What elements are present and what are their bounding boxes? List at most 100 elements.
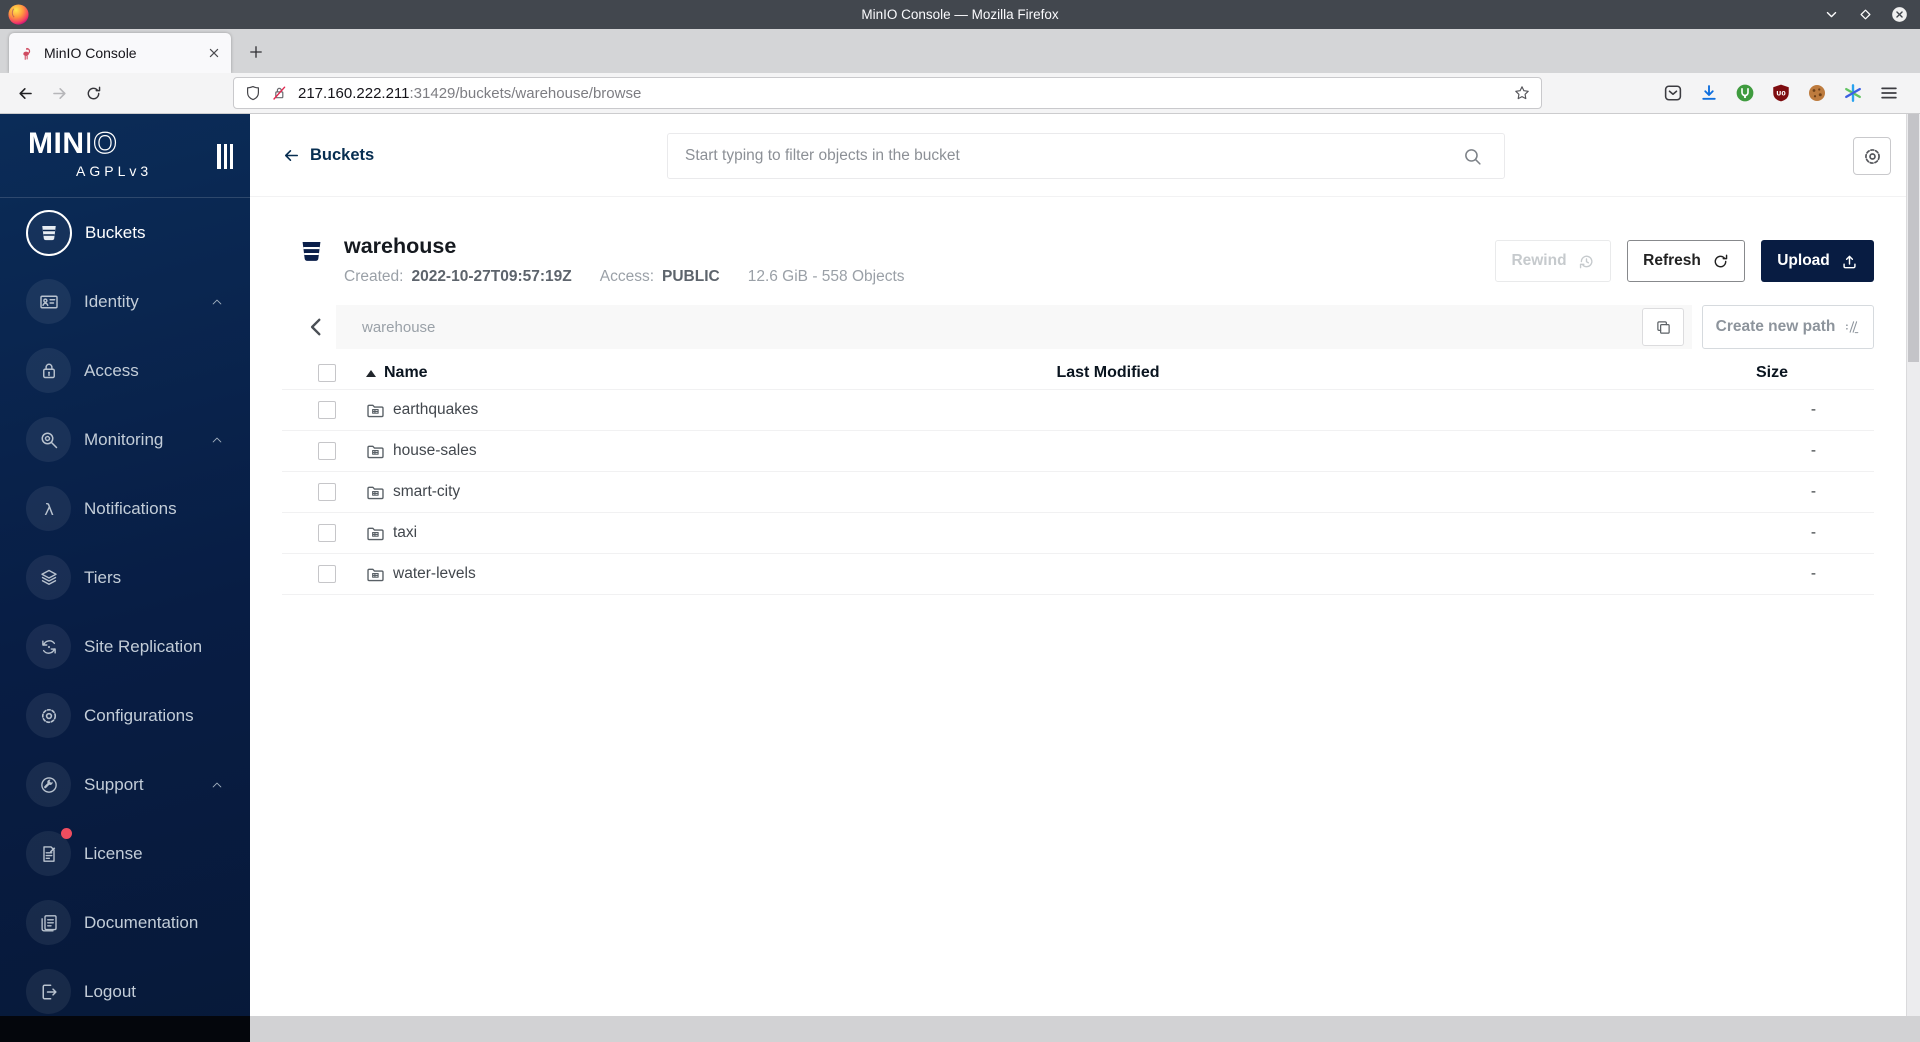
object-name[interactable]: house-sales [393,442,477,460]
firefox-logo-icon [7,3,30,26]
browser-toolbar: 217.160.222.211:31429/buckets/warehouse/… [0,73,1920,114]
menu-glyph-icon [39,292,59,312]
row-checkbox[interactable] [318,401,336,419]
sidebar-collapse-button[interactable] [217,144,233,169]
forward-arrow-icon [51,85,68,102]
table-row-house-sales[interactable]: house-sales - [282,431,1874,472]
rewind-icon [1578,253,1595,270]
table-row-water-levels[interactable]: water-levels - [282,554,1874,595]
sidebar-item-icon [26,900,71,945]
window-controls [1823,0,1908,29]
sidebar-item-label: Access [84,360,139,380]
row-checkbox[interactable] [318,483,336,501]
chevron-up-icon [210,295,224,309]
license-type-label: AGPLv3 [76,163,153,179]
menu-glyph-icon [39,706,59,726]
create-new-path-button[interactable]: Create new path [1702,305,1874,349]
url-text[interactable]: 217.160.222.211:31429/buckets/warehouse/… [298,85,1514,102]
bucket-icon [299,238,324,265]
multicolor-extension-icon[interactable] [1843,83,1863,103]
tab-close-icon[interactable] [206,45,222,61]
path-back-icon[interactable] [304,315,328,339]
back-arrow-icon [17,85,34,102]
back-button[interactable] [8,77,42,109]
sidebar-item-tiers[interactable]: Tiers [0,543,250,612]
minio-logo: MINIO AGPLv3 [28,127,153,179]
sidebar-item-monitoring[interactable]: Monitoring [0,405,250,474]
sidebar-item-site-replication[interactable]: Site Replication [0,612,250,681]
object-name[interactable]: earthquakes [393,401,478,419]
upload-button[interactable]: Upload [1761,240,1874,282]
window-minimize-icon[interactable] [1823,6,1840,23]
scrollbar-thumb[interactable] [1908,114,1919,362]
sidebar-item-support[interactable]: Support [0,750,250,819]
menu-glyph-icon [39,982,59,1002]
objects-table: Name Last Modified Size earthquakes - ho… [282,357,1874,595]
sidebar-item-documentation[interactable]: Documentation [0,888,250,957]
table-row-smart-city[interactable]: smart-city - [282,472,1874,513]
bookmark-star-icon[interactable] [1514,85,1530,101]
settings-button[interactable] [1853,137,1891,175]
tab-minio-console[interactable]: MinIO Console [9,33,231,73]
sidebar-item-icon [26,828,72,876]
table-row-earthquakes[interactable]: earthquakes - [282,390,1874,431]
window-close-icon[interactable] [1891,6,1908,23]
insecure-lock-icon[interactable] [271,85,287,101]
privacy-extension-icon[interactable] [1735,83,1755,103]
search-input[interactable] [683,146,1463,166]
cookie-extension-icon[interactable] [1807,83,1827,103]
row-checkbox[interactable] [318,524,336,542]
table-row-taxi[interactable]: taxi - [282,513,1874,554]
sidebar: MINIO AGPLv3 Buckets Identity Access Mon… [0,114,250,1042]
sidebar-item-label: Support [84,774,144,794]
current-path: warehouse [362,318,436,336]
object-name[interactable]: taxi [393,524,417,542]
bucket-name: warehouse [344,234,457,258]
page-scrollbar[interactable] [1906,114,1920,1042]
reload-icon [85,85,102,102]
window-maximize-icon[interactable] [1857,6,1874,23]
window-bottom-edge-left [0,1016,250,1042]
select-all-checkbox[interactable] [318,364,336,382]
sidebar-item-configurations[interactable]: Configurations [0,681,250,750]
tracking-shield-icon[interactable] [245,85,261,101]
sidebar-item-identity[interactable]: Identity [0,267,250,336]
sidebar-item-icon [26,348,71,393]
menu-glyph-icon [39,430,59,450]
sidebar-item-buckets[interactable]: Buckets [0,198,250,267]
forward-button[interactable] [42,77,76,109]
copy-path-button[interactable] [1642,308,1684,346]
column-header-last-modified[interactable]: Last Modified [828,364,1388,382]
sidebar-item-icon [26,279,71,324]
sort-ascending-icon[interactable] [366,369,376,377]
column-header-name[interactable]: Name [384,364,428,382]
notification-badge [61,828,72,839]
sidebar-item-license[interactable]: License [0,819,250,888]
tab-bar: MinIO Console [0,29,1920,73]
row-checkbox[interactable] [318,565,336,583]
gear-icon [1862,146,1883,167]
downloads-icon[interactable] [1699,83,1719,103]
sidebar-item-label: Configurations [84,705,194,725]
folder-icon [366,565,385,584]
bucket-header: warehouse Created: 2022-10-27T09:57:19Z A… [282,234,1874,286]
sidebar-item-label: Logout [84,981,136,1001]
reload-button[interactable] [76,77,110,109]
back-to-buckets-link[interactable]: Buckets [283,146,374,165]
app-menu-icon[interactable] [1879,83,1899,103]
object-name[interactable]: water-levels [393,565,476,583]
adblock-shield-icon[interactable]: U0 [1771,83,1791,103]
object-name[interactable]: smart-city [393,483,460,501]
new-path-icon [1844,319,1860,335]
sidebar-item-label: Notifications [84,498,177,518]
column-header-size[interactable]: Size [1388,364,1874,382]
pocket-icon[interactable] [1663,83,1683,103]
sidebar-item-label: Tiers [84,567,122,587]
new-tab-button[interactable] [241,37,271,67]
sidebar-menu: Buckets Identity Access Monitoring λ Not… [0,197,250,1026]
sidebar-item-notifications[interactable]: λ Notifications [0,474,250,543]
refresh-button[interactable]: Refresh [1627,240,1745,282]
row-checkbox[interactable] [318,442,336,460]
url-bar[interactable]: 217.160.222.211:31429/buckets/warehouse/… [233,77,1542,109]
sidebar-item-access[interactable]: Access [0,336,250,405]
